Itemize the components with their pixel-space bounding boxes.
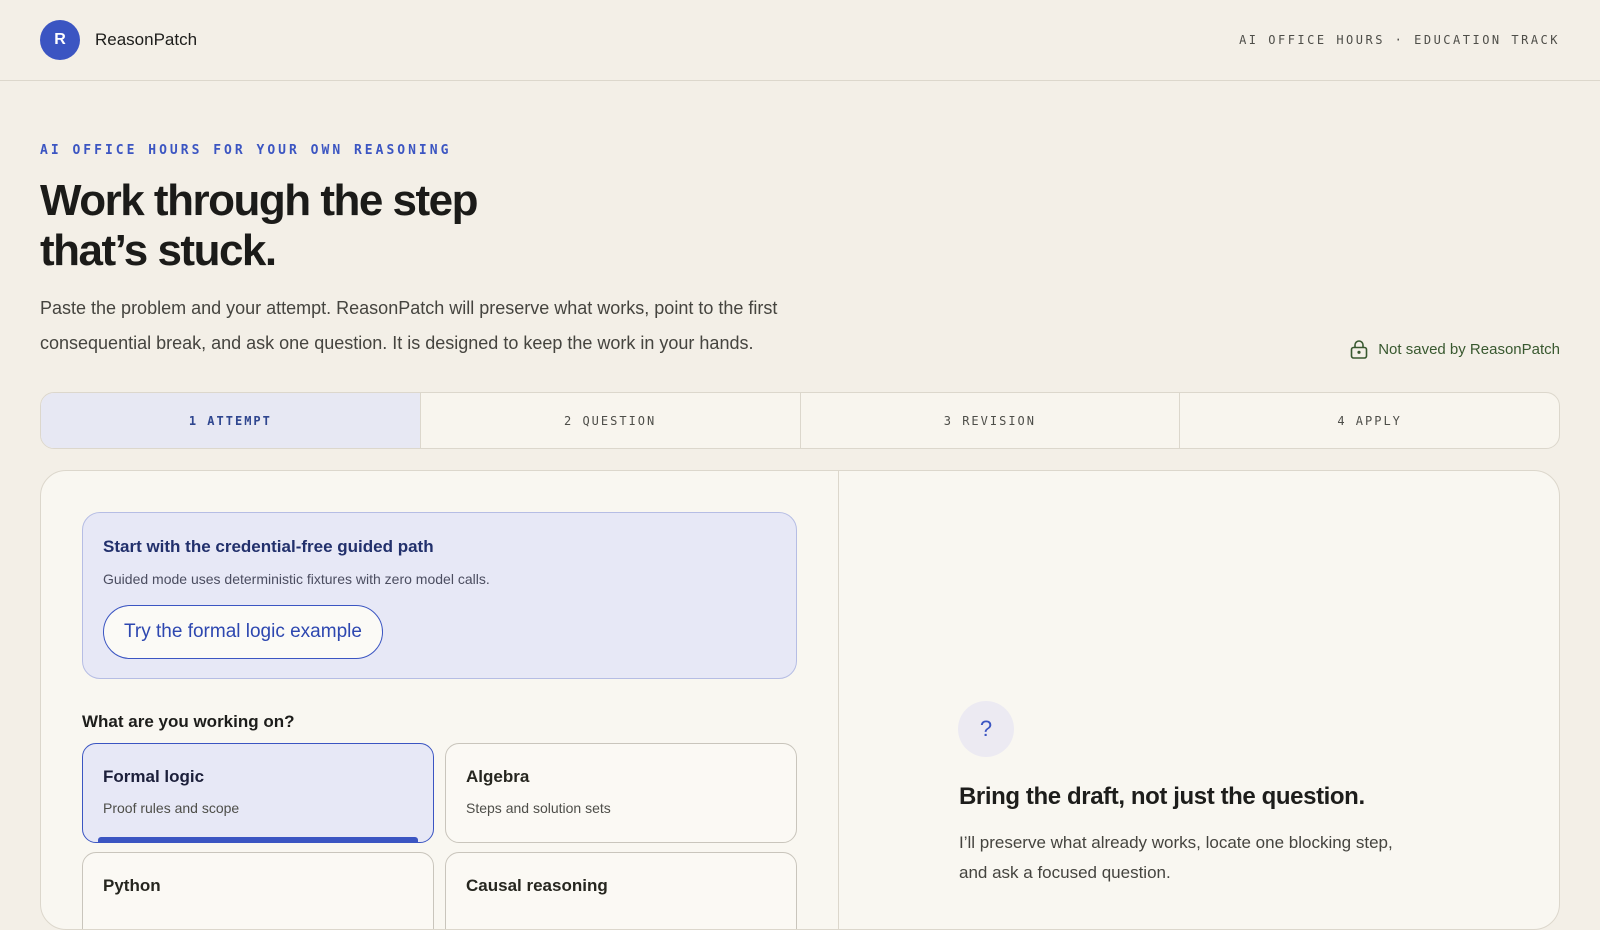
page-title: Work through the step that’s stuck. bbox=[40, 176, 640, 276]
topic-desc: Steps and solution sets bbox=[466, 800, 611, 816]
guided-title: Start with the credential-free guided pa… bbox=[103, 537, 434, 556]
topic-formal-logic[interactable]: Formal logic Proof rules and scope bbox=[82, 743, 434, 843]
step-apply[interactable]: 4 APPLY bbox=[1180, 393, 1559, 448]
topic-question: What are you working on? bbox=[82, 712, 295, 731]
privacy-text: Not saved by ReasonPatch bbox=[1378, 341, 1560, 358]
panel-divider bbox=[838, 471, 839, 929]
guided-subtitle: Guided mode uses deterministic fixtures … bbox=[103, 571, 490, 587]
hero-intro: Paste the problem and your attempt. Reas… bbox=[40, 298, 778, 353]
brand-name: ReasonPatch bbox=[95, 30, 198, 49]
privacy-note: Not saved by ReasonPatch bbox=[1350, 340, 1560, 359]
step-question[interactable]: 2 QUESTION bbox=[421, 393, 801, 448]
workspace-panel: Start with the credential-free guided pa… bbox=[40, 470, 1560, 930]
try-example-button[interactable]: Try the formal logic example bbox=[103, 605, 383, 659]
empty-state-line-2: and ask a focused question. bbox=[959, 863, 1171, 882]
topic-name: Formal logic bbox=[103, 767, 205, 786]
guided-path-card: Start with the credential-free guided pa… bbox=[82, 512, 797, 679]
topic-algebra[interactable]: Algebra Steps and solution sets bbox=[445, 743, 797, 843]
empty-state-line-1: I’ll preserve what already works, locate… bbox=[959, 833, 1393, 852]
empty-state-body: I’ll preserve what already works, locate… bbox=[959, 828, 1439, 888]
topic-desc: Proof rules and scope bbox=[103, 800, 240, 816]
topic-name: Algebra bbox=[466, 767, 530, 786]
lock-icon bbox=[1350, 340, 1368, 359]
topic-name: Causal reasoning bbox=[466, 876, 608, 895]
progress-stepper: 1 ATTEMPT 2 QUESTION 3 REVISION 4 APPLY bbox=[40, 392, 1560, 449]
selected-indicator bbox=[98, 837, 418, 842]
top-bar: R ReasonPatch AI OFFICE HOURS · EDUCATIO… bbox=[0, 0, 1600, 81]
topic-causal-reasoning[interactable]: Causal reasoning bbox=[445, 852, 797, 929]
track-label: AI OFFICE HOURS · EDUCATION TRACK bbox=[1239, 33, 1560, 47]
step-attempt[interactable]: 1 ATTEMPT bbox=[41, 393, 421, 448]
headline-line-1: Work through the step bbox=[40, 176, 479, 225]
topic-name: Python bbox=[103, 876, 161, 895]
brand-logo: R bbox=[40, 20, 80, 60]
empty-state-title: Bring the draft, not just the question. bbox=[959, 783, 1365, 810]
brand[interactable]: R ReasonPatch bbox=[40, 20, 197, 60]
step-revision[interactable]: 3 REVISION bbox=[801, 393, 1181, 448]
topic-python[interactable]: Python bbox=[82, 852, 434, 929]
headline-line-2: that’s stuck. bbox=[40, 226, 277, 275]
question-mark-icon: ? bbox=[958, 701, 1014, 757]
hero-eyebrow: AI OFFICE HOURS FOR YOUR OWN REASONING bbox=[40, 143, 452, 158]
